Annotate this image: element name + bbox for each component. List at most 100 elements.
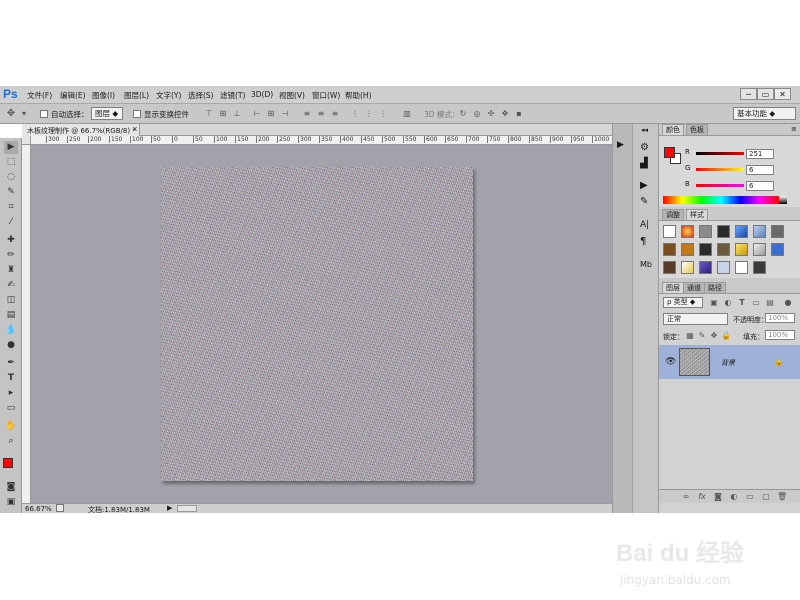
menu-filter[interactable]: 滤镜(T) [220,90,245,101]
add-mask-icon[interactable]: ◙ [713,492,723,502]
filter-pixel-icon[interactable]: ▣ [709,298,719,308]
style-swatch[interactable] [663,243,676,256]
align-top-icon[interactable]: ⊤ [204,109,214,119]
histogram-panel-icon[interactable]: ▟ [640,158,648,169]
style-swatch[interactable] [699,225,712,238]
layer-style-icon[interactable]: fx [697,492,707,502]
menu-file[interactable]: 文件(F) [27,90,52,101]
layer-name[interactable]: 背景 [721,358,735,368]
style-swatch[interactable] [717,243,730,256]
healing-brush-tool-icon[interactable]: ✚ [4,234,18,247]
status-arrow-icon[interactable]: ▶ [167,504,172,512]
menu-edit[interactable]: 编辑(E) [60,90,86,101]
zoom-tool-icon[interactable]: ⌕ [4,435,18,448]
roll-3d-icon[interactable]: ◎ [472,109,482,119]
rotate-3d-icon[interactable]: ↻ [458,109,468,119]
style-swatch[interactable] [735,225,748,238]
style-swatch[interactable] [717,225,730,238]
auto-align-icon[interactable]: ▥ [402,109,412,119]
adjustment-layer-icon[interactable]: ◐ [729,492,739,502]
layer-row[interactable]: 👁 背景 🔒 [659,345,800,379]
history-panel-icon[interactable]: ⚙ [640,142,649,153]
marquee-tool-icon[interactable]: ⬚ [4,156,18,169]
distribute-hcenter-icon[interactable]: ⋮ [364,109,374,119]
chevron-down-icon[interactable]: ▾ [19,109,29,119]
link-layers-icon[interactable]: ∞ [681,492,691,502]
maximize-button[interactable]: ▭ [757,88,774,100]
pen-tool-icon[interactable]: ✒ [4,357,18,370]
eraser-tool-icon[interactable]: ◫ [4,294,18,307]
auto-select-checkbox[interactable] [40,110,48,118]
play-icon[interactable]: ▶ [617,140,624,150]
lock-position-icon[interactable]: ✥ [709,331,719,341]
filter-type-icon[interactable]: T [737,298,747,308]
menu-type[interactable]: 文字(Y) [156,90,181,101]
filter-shape-icon[interactable]: ▭ [751,298,761,308]
black-white-ramp[interactable] [779,196,787,204]
slide-3d-icon[interactable]: ✥ [500,109,510,119]
quick-select-tool-icon[interactable]: ✎ [4,186,18,199]
lock-pixels-icon[interactable]: ✎ [697,331,707,341]
character-panel-icon[interactable]: A| [640,220,649,230]
style-swatch[interactable] [681,225,694,238]
menu-select[interactable]: 选择(S) [188,90,214,101]
red-slider[interactable] [696,152,744,155]
filter-toggle-icon[interactable]: ● [783,298,793,308]
document-canvas-noise[interactable] [161,167,473,481]
align-left-icon[interactable]: ⊢ [252,109,262,119]
scale-3d-icon[interactable]: ▪ [514,109,524,119]
crop-tool-icon[interactable]: ⌗ [4,201,18,214]
style-swatch[interactable] [663,261,676,274]
style-none[interactable] [663,225,676,238]
color-panel-fg-swatch[interactable] [664,147,675,158]
foreground-color-swatch[interactable] [3,458,13,468]
style-swatch[interactable] [717,261,730,274]
align-vcenter-icon[interactable]: ⊞ [218,109,228,119]
eye-icon[interactable]: 👁 [665,357,676,367]
layer-filter-dropdown[interactable]: ρ 类型 ◆ [663,297,703,308]
align-bottom-icon[interactable]: ⊥ [232,109,242,119]
expand-panels-icon[interactable]: ◂◂ [641,126,648,134]
mini-bridge-icon[interactable]: Mb [640,260,652,269]
shape-tool-icon[interactable]: ▭ [4,402,18,415]
style-swatch[interactable] [699,261,712,274]
move-tool-icon[interactable]: ▶ [4,141,18,154]
opacity-value[interactable]: 100% [765,313,795,323]
lock-all-icon[interactable]: 🔒 [721,331,731,341]
gradient-tool-icon[interactable]: ▤ [4,309,18,322]
menu-view[interactable]: 视图(V) [279,90,305,101]
clone-stamp-tool-icon[interactable]: ♜ [4,264,18,277]
minimize-button[interactable]: ─ [740,88,757,100]
distribute-vcenter-icon[interactable]: ≡ [316,109,326,119]
distribute-left-icon[interactable]: ⋮ [350,109,360,119]
style-swatch[interactable] [753,261,766,274]
delete-layer-icon[interactable]: 🗑 [777,492,787,502]
auto-select-dropdown[interactable]: 图层 ◆ [91,107,123,120]
share-icon[interactable] [56,504,64,512]
ruler-origin[interactable] [22,136,31,145]
type-tool-icon[interactable]: T [4,372,18,385]
menu-3d[interactable]: 3D(D) [251,90,273,99]
filter-adjust-icon[interactable]: ◐ [723,298,733,308]
align-hcenter-icon[interactable]: ⊞ [266,109,276,119]
filter-smart-icon[interactable]: ▤ [765,298,775,308]
style-swatch[interactable] [771,225,784,238]
show-transform-checkbox[interactable] [133,110,141,118]
style-swatch[interactable] [735,261,748,274]
brush-tool-icon[interactable]: ✏ [4,249,18,262]
lasso-tool-icon[interactable]: ◌ [4,171,18,184]
menu-help[interactable]: 帮助(H) [345,90,372,101]
drag-3d-icon[interactable]: ✣ [486,109,496,119]
style-swatch[interactable] [771,243,784,256]
path-select-tool-icon[interactable]: ▸ [4,387,18,400]
style-swatch[interactable] [753,243,766,256]
actions-panel-icon[interactable]: ▶ [640,180,648,191]
blend-mode-dropdown[interactable]: 正常 [663,313,728,325]
color-spectrum-bar[interactable] [663,196,779,204]
new-group-icon[interactable]: ▭ [745,492,755,502]
blur-tool-icon[interactable]: 💧 [4,324,18,337]
new-layer-icon[interactable]: ▢ [761,492,771,502]
panel-menu-icon[interactable]: ≡ [791,125,797,133]
blue-slider[interactable] [696,184,744,187]
quick-mask-icon[interactable]: ◙ [4,481,18,494]
